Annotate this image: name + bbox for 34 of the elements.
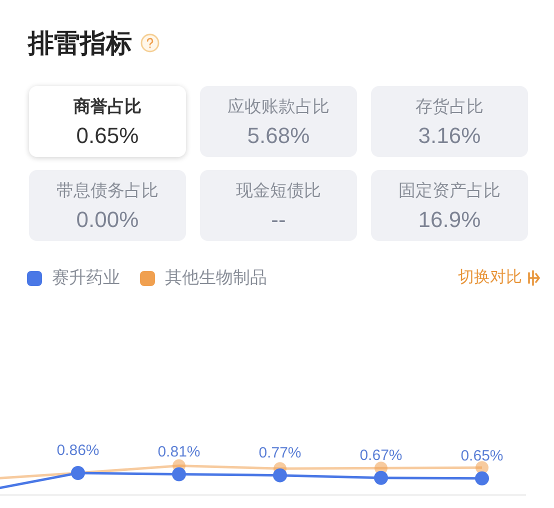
metric-value: 0.00% [76,207,139,234]
data-point [273,468,287,482]
metric-label: 带息债务占比 [56,180,158,202]
data-point [71,466,85,480]
metric-label: 固定资产占比 [398,180,500,202]
legend-label: 赛升药业 [52,267,120,290]
data-label: 0.86% [56,442,100,459]
metric-card[interactable]: 固定资产占比 16.9% [371,170,528,241]
metric-card[interactable]: 商誉占比 0.65% [29,86,186,157]
metric-label: 商誉占比 [74,96,142,118]
metric-value: 0.65% [76,123,139,150]
metric-label: 现金短债比 [236,180,321,202]
data-point [475,471,489,486]
metric-card[interactable]: 现金短债比 -- [200,170,357,241]
metric-label: 应收账款占比 [228,96,330,118]
help-icon[interactable] [140,33,160,53]
metric-label: 存货占比 [416,96,484,118]
data-label: 0.81% [158,443,200,460]
switch-compare-link[interactable]: 切换对比 [458,266,522,290]
metric-value: 16.9% [418,207,481,234]
metric-card[interactable]: 应收账款占比 5.68% [200,86,357,157]
section-title: 排雷指标 [28,26,132,60]
metric-value: 3.16% [418,123,481,150]
data-point [476,461,488,474]
metric-card[interactable]: 存货占比 3.16% [371,86,528,157]
metric-card[interactable]: 带息债务占比 0.00% [29,170,186,241]
data-point [172,467,186,482]
metric-value: 5.68% [247,123,310,150]
metric-value: -- [271,207,286,234]
legend-label: 其他生物制品 [165,267,267,290]
data-label: 0.65% [460,447,504,464]
data-label: 0.77% [258,444,302,462]
data-point [374,470,388,485]
data-label: 0.67% [360,446,402,464]
